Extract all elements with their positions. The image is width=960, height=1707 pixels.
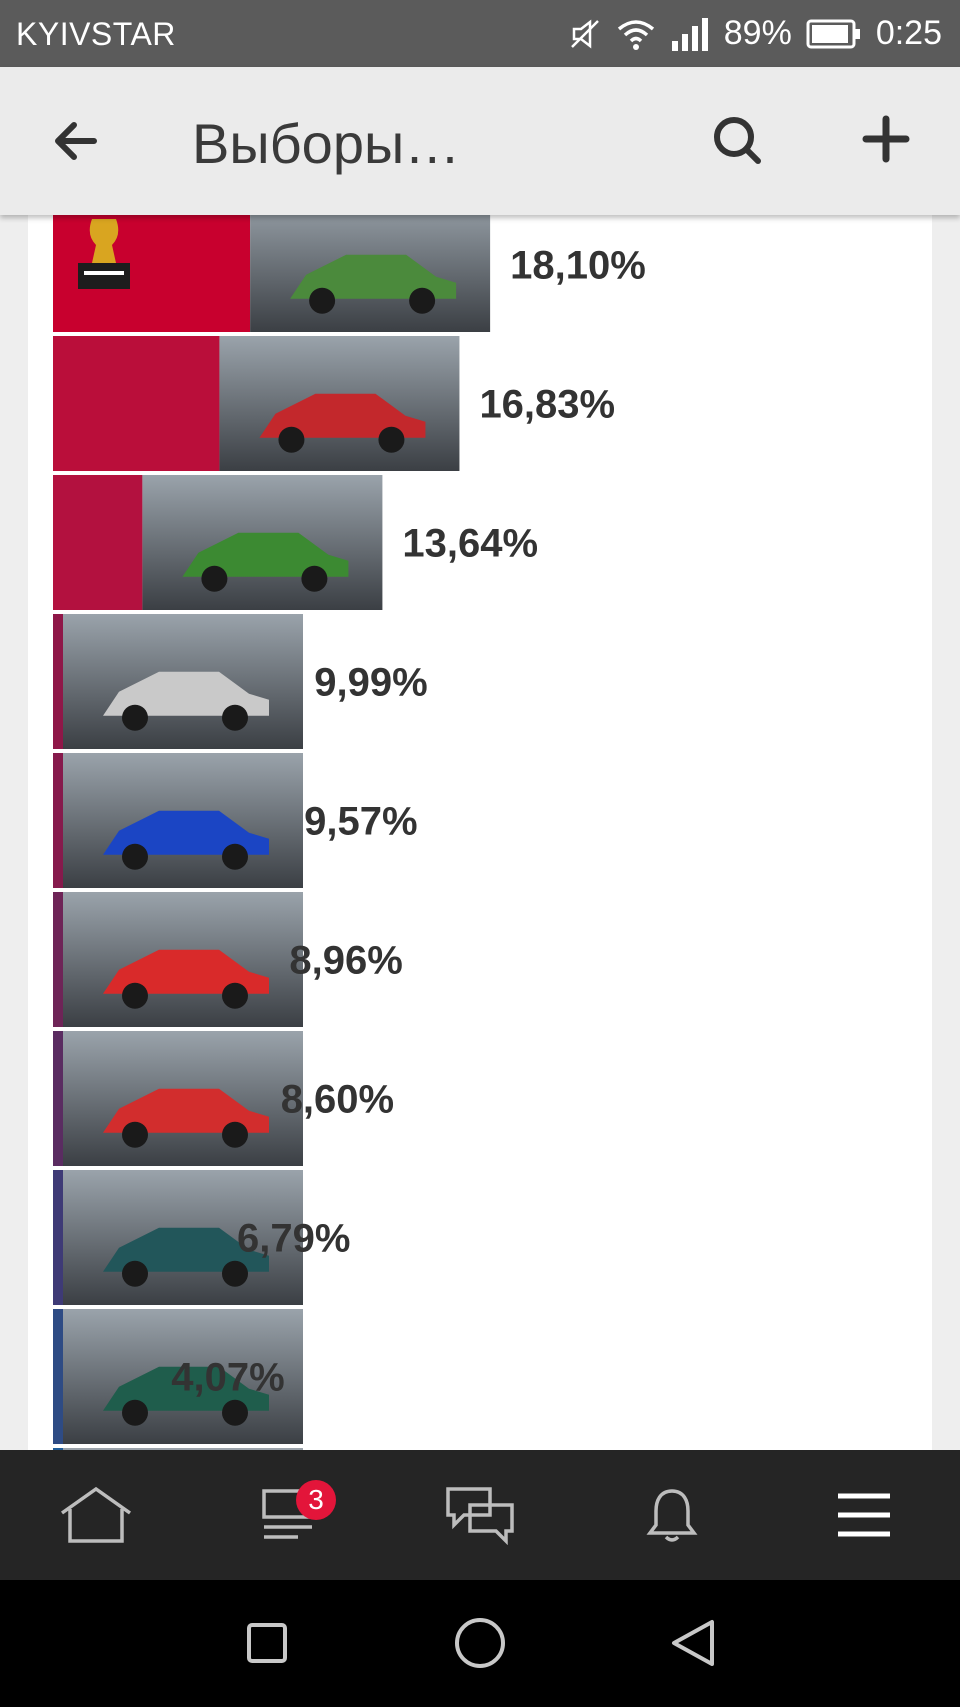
- feed-badge: 3: [296, 1480, 336, 1520]
- bar-fill: [53, 1031, 63, 1166]
- bar-percent-label: 8,60%: [281, 1078, 394, 1122]
- bar-percent-label: 9,99%: [314, 661, 427, 705]
- bar-fill: [53, 1170, 63, 1305]
- poll-option-bar[interactable]: 18,10%: [53, 215, 646, 332]
- car-photo: [219, 336, 460, 471]
- menu-icon: [838, 1493, 890, 1537]
- bar-percent-label: 18,10%: [510, 244, 646, 288]
- car-photo: [63, 1031, 303, 1166]
- mute-icon: [570, 18, 599, 49]
- car-photo: [63, 892, 303, 1027]
- system-navigation-bar: [0, 1580, 960, 1707]
- bell-icon: [646, 1489, 698, 1542]
- add-icon[interactable]: [858, 111, 914, 167]
- poll-option-bar[interactable]: 16,83%: [53, 336, 615, 471]
- car-photo: [63, 614, 303, 749]
- bar-percent-label: 6,79%: [237, 1217, 350, 1261]
- bottom-navigation: [0, 1450, 960, 1580]
- poll-option-bar[interactable]: 4,07%: [53, 1309, 303, 1444]
- back-arrow-icon[interactable]: [48, 113, 104, 169]
- search-icon[interactable]: [708, 111, 768, 171]
- app-bar: Выборы…: [0, 67, 960, 215]
- page-title: Выборы…: [192, 112, 461, 175]
- bar-fill: [53, 614, 63, 749]
- signal-icon: [671, 17, 708, 51]
- tab-home[interactable]: [0, 1450, 192, 1580]
- poll-option-bar[interactable]: 6,79%: [53, 1170, 350, 1305]
- tab-menu[interactable]: [768, 1450, 960, 1580]
- status-bar: KYIVSTAR 89% 0:25: [0, 0, 960, 67]
- car-photo: [63, 753, 303, 888]
- tab-messages[interactable]: [384, 1450, 576, 1580]
- poll-option-bar[interactable]: 9,57%: [53, 753, 418, 888]
- poll-option-bar[interactable]: 13,64%: [53, 475, 538, 610]
- clock: 0:25: [875, 14, 942, 52]
- bar-fill: [53, 475, 143, 610]
- bar-percent-label: 16,83%: [479, 383, 615, 427]
- bar-percent-label: 13,64%: [402, 522, 538, 566]
- poll-option-bar[interactable]: 9,99%: [53, 614, 428, 749]
- bar-fill: [53, 753, 63, 888]
- poll-results-chart: 18,10% 16,83% 13,64% 9,99% 9,57% 8,96% 8,60% 6,…: [53, 215, 646, 1450]
- car-photo: [250, 215, 491, 332]
- wifi-icon: [617, 19, 654, 50]
- bar-fill: [53, 892, 63, 1027]
- poll-option-bar[interactable]: 8,96%: [53, 892, 403, 1027]
- tab-notifications[interactable]: [576, 1450, 768, 1580]
- battery-icon: [806, 19, 860, 48]
- tab-feed[interactable]: [192, 1450, 384, 1580]
- poll-results-card: 18,10% 16,83% 13,64% 9,99% 9,57% 8,96% 8,60% 6,…: [28, 215, 932, 1450]
- home-icon: [60, 1486, 132, 1543]
- car-photo: [142, 475, 383, 610]
- bar-percent-label: 4,07%: [171, 1356, 284, 1400]
- recent-apps-icon[interactable]: [232, 1608, 302, 1678]
- bar-fill: [53, 336, 220, 471]
- bar-percent-label: 9,57%: [304, 800, 417, 844]
- home-circle-icon[interactable]: [445, 1608, 515, 1678]
- messages-icon: [446, 1487, 514, 1545]
- battery-percent: 89%: [723, 14, 792, 52]
- bar-fill: [53, 1309, 63, 1444]
- back-triangle-icon[interactable]: [658, 1608, 728, 1678]
- carrier-name: KYIVSTAR: [16, 16, 176, 52]
- bar-percent-label: 8,96%: [289, 939, 402, 983]
- poll-option-bar[interactable]: 8,60%: [53, 1031, 394, 1166]
